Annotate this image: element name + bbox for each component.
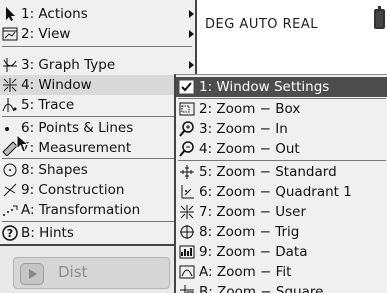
submenu-item-zoom-square[interactable]: B: Zoom − Square [176, 282, 387, 293]
submenu-item-label: 1: Window Settings [199, 79, 330, 95]
submenu-item-zoom-quadrant[interactable]: 6: Zoom − Quadrant 1 [176, 182, 387, 202]
mode-indicator: DEG AUTO REAL [205, 17, 319, 32]
battery-icon [374, 6, 385, 29]
zoom-square-icon [180, 285, 194, 293]
menu-item-label: 3: Graph Type [21, 57, 116, 73]
menu-item-transformation[interactable]: A: Transformation [0, 200, 195, 220]
zoom-box-icon [179, 102, 195, 116]
menu-item-label: 1: Actions [21, 6, 88, 22]
help-icon: ? [2, 225, 18, 241]
submenu-item-zoom-data[interactable]: 9: Zoom − Data [176, 242, 387, 262]
submenu-arrow-icon [189, 10, 194, 18]
submenu-item-zoom-trig[interactable]: 8: Zoom − Trig [176, 222, 387, 242]
zoom-data-icon [179, 245, 195, 259]
menu-item-window[interactable]: 4: Window [0, 75, 195, 95]
zoom-fit-icon [179, 265, 195, 279]
menu-item-label: A: Transformation [21, 202, 141, 218]
menu-separator [2, 46, 192, 47]
play-button[interactable] [20, 263, 44, 285]
submenu-arrow-icon [189, 30, 194, 38]
menu-item-label: 4: Window [21, 77, 92, 93]
menu-item-label: 8: Shapes [21, 162, 88, 178]
submenu-item-label: 2: Zoom − Box [199, 101, 301, 117]
menu-separator [2, 158, 192, 159]
trace-icon [2, 98, 17, 112]
zoom-trig-icon [180, 225, 194, 239]
zoom-user-icon [180, 205, 194, 219]
menu-item-view[interactable]: 2: View [0, 24, 195, 44]
main-menu: 1: Actions 2: View 3: Graph Type 4: Wind… [0, 0, 197, 246]
submenu-item-zoom-standard[interactable]: 5: Zoom − Standard [176, 162, 387, 182]
menu-item-label: 9: Construction [21, 182, 125, 198]
pointer-arrow-icon [6, 7, 15, 21]
zoom-standard-icon [180, 165, 194, 179]
menu-item-label: 2: View [21, 26, 71, 42]
submenu-item-zoom-out[interactable]: 4: Zoom − Out [176, 139, 387, 159]
menu-item-label: B: Hints [21, 225, 74, 241]
submenu-item-label: 8: Zoom − Trig [199, 224, 300, 240]
entry-text: Dist [58, 263, 88, 281]
submenu-item-zoom-user[interactable]: 7: Zoom − User [176, 202, 387, 222]
circle-icon [3, 163, 17, 177]
submenu-item-label: 6: Zoom − Quadrant 1 [199, 184, 352, 200]
construction-icon [3, 183, 17, 197]
zoom-quadrant-icon [181, 185, 194, 199]
window-submenu: 1: Window Settings 2: Zoom − Box 3: Zoom… [174, 74, 387, 293]
submenu-item-label: A: Zoom − Fit [199, 264, 292, 280]
submenu-item-zoom-box[interactable]: 2: Zoom − Box [176, 99, 387, 119]
menu-item-trace[interactable]: 5: Trace [0, 95, 195, 115]
graph-type-icon [3, 58, 17, 72]
submenu-item-label: 7: Zoom − User [199, 204, 307, 220]
menu-item-hints[interactable]: ? B: Hints [0, 223, 195, 243]
submenu-item-label: 4: Zoom − Out [199, 141, 300, 157]
submenu-arrow-icon [189, 61, 194, 69]
submenu-item-label: 3: Zoom − In [199, 121, 288, 137]
menu-item-shapes[interactable]: 8: Shapes [0, 160, 195, 180]
checkbox-icon [179, 80, 194, 94]
submenu-item-label: 9: Zoom − Data [199, 244, 308, 260]
menu-item-construction[interactable]: 9: Construction [0, 180, 195, 200]
submenu-item-label: B: Zoom − Square [199, 284, 324, 293]
svg-text:?: ? [7, 227, 13, 240]
menu-item-label: 7: Measurement [21, 140, 132, 156]
submenu-item-label: 5: Zoom − Standard [199, 164, 337, 180]
submenu-item-window-settings[interactable]: 1: Window Settings [176, 77, 387, 97]
submenu-item-zoom-fit[interactable]: A: Zoom − Fit [176, 262, 387, 282]
menu-separator [2, 116, 192, 117]
mouse-cursor-icon [16, 134, 30, 153]
submenu-item-zoom-in[interactable]: 3: Zoom − In [176, 119, 387, 139]
entry-line[interactable]: Dist [13, 257, 170, 289]
menu-item-label: 6: Points & Lines [21, 120, 134, 136]
window-icon [3, 78, 17, 92]
menu-item-actions[interactable]: 1: Actions [0, 4, 195, 24]
menu-item-label: 5: Trace [21, 97, 75, 113]
submenu-separator [178, 160, 386, 161]
transformation-icon [3, 205, 18, 216]
view-icon [2, 27, 18, 41]
menu-separator [2, 221, 192, 222]
zoom-out-icon [179, 141, 194, 157]
zoom-in-icon [179, 121, 194, 137]
menu-item-graph-type[interactable]: 3: Graph Type [0, 55, 195, 75]
